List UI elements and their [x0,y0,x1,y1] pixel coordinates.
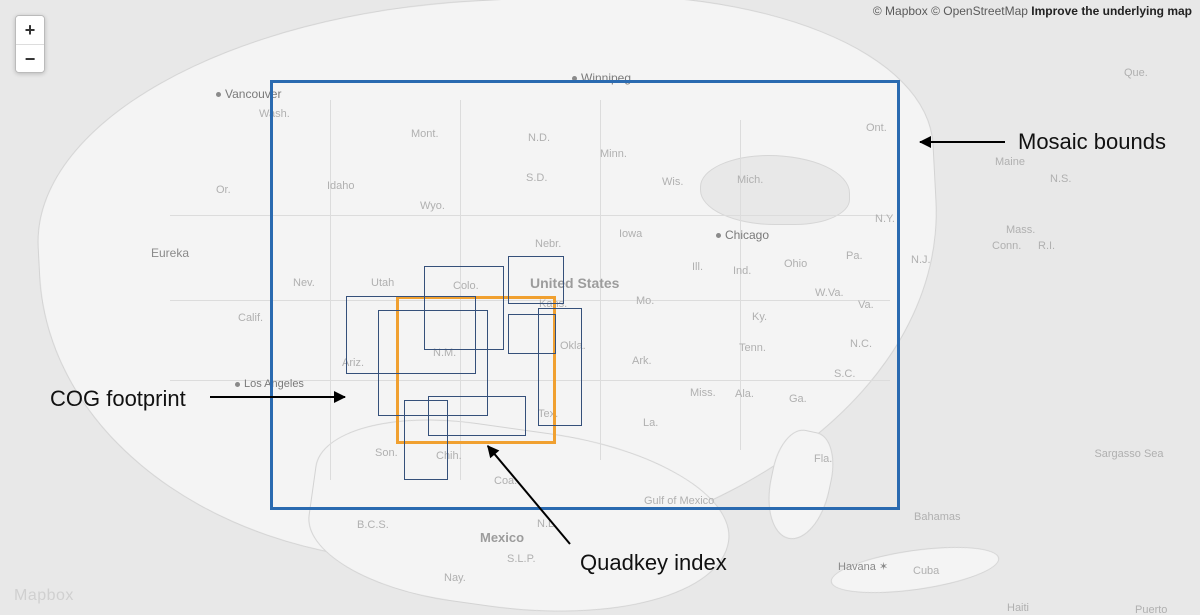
annotation-mosaic: Mosaic bounds [1018,129,1166,155]
cog-footprint-box [508,256,564,304]
cog-footprint-box [424,266,504,350]
attrib-osm: © OpenStreetMap [931,4,1028,18]
attrib-mapbox: © Mapbox [873,4,928,18]
mosaic-bounds-box [270,80,900,510]
mapbox-logo: Mapbox [14,587,74,605]
map-canvas[interactable]: United States Mexico Cuba Bahamas Haiti … [0,0,1200,615]
annotation-cog: COG footprint [50,386,186,412]
cog-footprint-box [538,308,582,426]
annotation-quadkey: Quadkey index [580,550,727,576]
zoom-in-button[interactable]: + [16,16,44,44]
cog-footprint-box [404,400,448,480]
arrow-cog [210,396,345,398]
map-attribution: © Mapbox © OpenStreetMap Improve the und… [873,4,1192,18]
attrib-improve-link[interactable]: Improve the underlying map [1031,4,1192,18]
zoom-out-button[interactable]: − [16,44,44,72]
zoom-control: + − [15,15,45,73]
arrow-mosaic [920,141,1005,143]
